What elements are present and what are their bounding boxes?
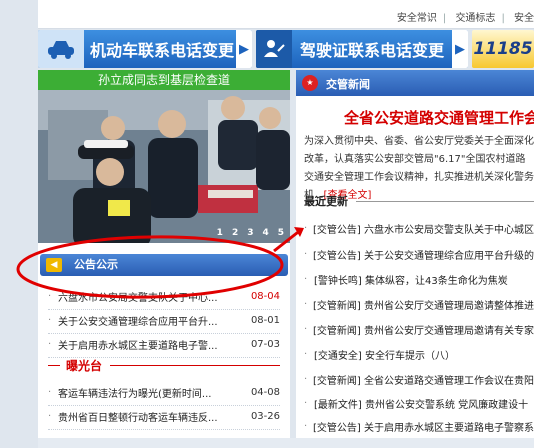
exposure-item-date: 04-08	[250, 386, 280, 398]
notice-section-title: 公告公示	[74, 258, 118, 271]
bullet-icon: ·	[48, 386, 52, 398]
photo-news-title[interactable]: 孙立成同志到基层检查道	[38, 70, 290, 90]
vehicle-phone-change-banner[interactable]: 机动车联系电话变更 ▶	[38, 30, 252, 68]
chevron-right-icon: ▶	[452, 30, 468, 68]
vehicle-phone-change-label: 机动车联系电话变更	[90, 41, 235, 60]
news-list-item[interactable]: · [交通安全] 安全行车提示（八）	[304, 345, 534, 364]
notice-section-header: ◀ 公告公示	[40, 254, 288, 276]
pager-3[interactable]: 3	[247, 228, 253, 238]
exposure-item-title[interactable]: 贵州省百日整顿行动客运车辆违反...	[58, 409, 242, 424]
news-section-title: 交管新闻	[326, 78, 370, 91]
notice-item-title[interactable]: 关于启用赤水城区主要道路电子警...	[58, 337, 242, 352]
exposure-section-header: 曝光台	[48, 357, 280, 373]
news-list-item-title[interactable]: [警钟长鸣] 集体纵容，让43条生命化为焦炭	[314, 272, 508, 287]
bullet-icon: ·	[48, 290, 52, 302]
notice-item-date: 07-03	[250, 338, 280, 350]
exposure-item-title[interactable]: 客运车辆违法行为曝光(更新时间...	[58, 385, 242, 400]
pager-1[interactable]: 1	[217, 228, 223, 238]
police-badge-icon: ★	[302, 75, 318, 91]
pager-2[interactable]: 2	[232, 228, 238, 238]
bullet-icon: ·	[304, 274, 308, 285]
latest-updates-header: 最近更新	[304, 193, 534, 209]
divider	[110, 364, 280, 366]
exposure-item[interactable]: · 贵州省百日整顿行动客运车辆违反... 03-26	[48, 403, 280, 430]
bullet-icon: ·	[304, 249, 308, 260]
notice-item[interactable]: · 关于公安交通管理综合应用平台升... 08-01	[48, 307, 280, 334]
notice-item-title[interactable]: 关于公安交通管理综合应用平台升...	[58, 313, 242, 328]
news-section-header: ★ 交管新闻	[296, 70, 534, 96]
license-phone-change-banner[interactable]: 驾驶证联系电话变更 ▶	[256, 30, 468, 68]
photo-illustration	[38, 90, 290, 243]
pager-4[interactable]: 4	[262, 228, 268, 238]
news-list-item[interactable]: · [交管公告] 六盘水市公安局交警支队关于中心城区	[304, 219, 534, 238]
person-edit-icon	[256, 30, 292, 68]
divider	[48, 364, 60, 366]
photo-news-image[interactable]: 12345	[38, 90, 290, 243]
news-list-item-title[interactable]: [交通安全] 安全行车提示（八）	[314, 347, 455, 362]
news-list-item-title[interactable]: [最新文件] 贵州省公安交警系统 党风廉政建设十	[314, 396, 528, 411]
news-headline[interactable]: 全省公安道路交通管理工作会	[344, 107, 534, 128]
news-list-item[interactable]: · [最新文件] 贵州省公安交警系统 党风廉政建设十	[304, 394, 534, 413]
news-list-item-title[interactable]: [交管新闻] 贵州省公安厅交通管理局邀请有关专家	[313, 322, 534, 337]
top-links: 安全常识 | 交通标志 | 安全	[396, 13, 534, 24]
latest-updates-title: 最近更新	[304, 195, 348, 208]
news-list-item[interactable]: · [警钟长鸣] 集体纵容，让43条生命化为焦炭	[304, 270, 534, 289]
bullet-icon: ·	[304, 324, 308, 335]
news-list-item[interactable]: · [交管公告] 关于启用赤水城区主要道路电子警察系	[304, 417, 534, 436]
news-list-item[interactable]: · [交管新闻] 贵州省公安厅交通管理局邀请有关专家	[304, 320, 534, 339]
divider	[356, 200, 534, 202]
bullet-icon: ·	[304, 299, 308, 310]
news-list-item-title[interactable]: [交管新闻] 全省公安道路交通管理工作会议在贵阳	[313, 372, 534, 387]
bullet-icon: ·	[304, 374, 308, 385]
notice-item-date: 08-04	[250, 290, 280, 302]
link-safety-knowledge[interactable]: 安全常识	[397, 13, 437, 24]
news-list-item-title[interactable]: [交管公告] 六盘水市公安局交警支队关于中心城区	[313, 221, 534, 236]
exposure-item[interactable]: · 客运车辆违法行为曝光(更新时间... 04-08	[48, 379, 280, 406]
bullet-icon: ·	[304, 421, 308, 432]
slideshow-pager: 12345	[208, 228, 284, 238]
car-icon	[38, 30, 84, 68]
notice-item-date: 08-01	[250, 314, 280, 326]
news-list-item-title[interactable]: [交管公告] 关于公安交通管理综合应用平台升级的	[313, 247, 534, 262]
hotline-banner[interactable]: 11185	[472, 30, 534, 68]
link-traffic-signs[interactable]: 交通标志	[455, 13, 495, 24]
bullet-icon: ·	[304, 223, 308, 234]
notice-item[interactable]: · 关于启用赤水城区主要道路电子警... 07-03	[48, 331, 280, 358]
bullet-icon: ·	[48, 314, 52, 326]
bullet-icon: ·	[48, 410, 52, 422]
notice-item-title[interactable]: 六盘水市公安局交警支队关于中心...	[58, 289, 242, 304]
exposure-item-date: 03-26	[250, 410, 280, 422]
bullet-icon: ·	[48, 338, 52, 350]
bullet-icon: ·	[304, 349, 308, 360]
link-safety-more[interactable]: 安全	[514, 13, 534, 24]
bullet-icon: ·	[304, 398, 308, 409]
exposure-section-title[interactable]: 曝光台	[66, 357, 102, 374]
news-list-item[interactable]: · [交管公告] 关于公安交通管理综合应用平台升级的	[304, 245, 534, 264]
hotline-number: 11185	[473, 39, 533, 59]
license-phone-change-label: 驾驶证联系电话变更	[300, 41, 445, 60]
news-list-item-title[interactable]: [交管公告] 关于启用赤水城区主要道路电子警察系	[313, 419, 534, 434]
news-list-item-title[interactable]: [交管新闻] 贵州省公安厅交通管理局邀请整体推进	[313, 297, 534, 312]
top-link-bar: 安全常识 | 交通标志 | 安全	[38, 0, 534, 29]
chevron-right-icon: ▶	[236, 30, 252, 68]
news-list-item[interactable]: · [交管新闻] 全省公安道路交通管理工作会议在贵阳	[304, 370, 534, 389]
pager-5[interactable]: 5	[278, 228, 284, 238]
news-list-item[interactable]: · [交管新闻] 贵州省公安厅交通管理局邀请整体推进	[304, 295, 534, 314]
megaphone-icon: ◀	[46, 258, 62, 272]
bottom-strip	[38, 438, 534, 448]
notice-item[interactable]: · 六盘水市公安局交警支队关于中心... 08-04	[48, 283, 280, 310]
